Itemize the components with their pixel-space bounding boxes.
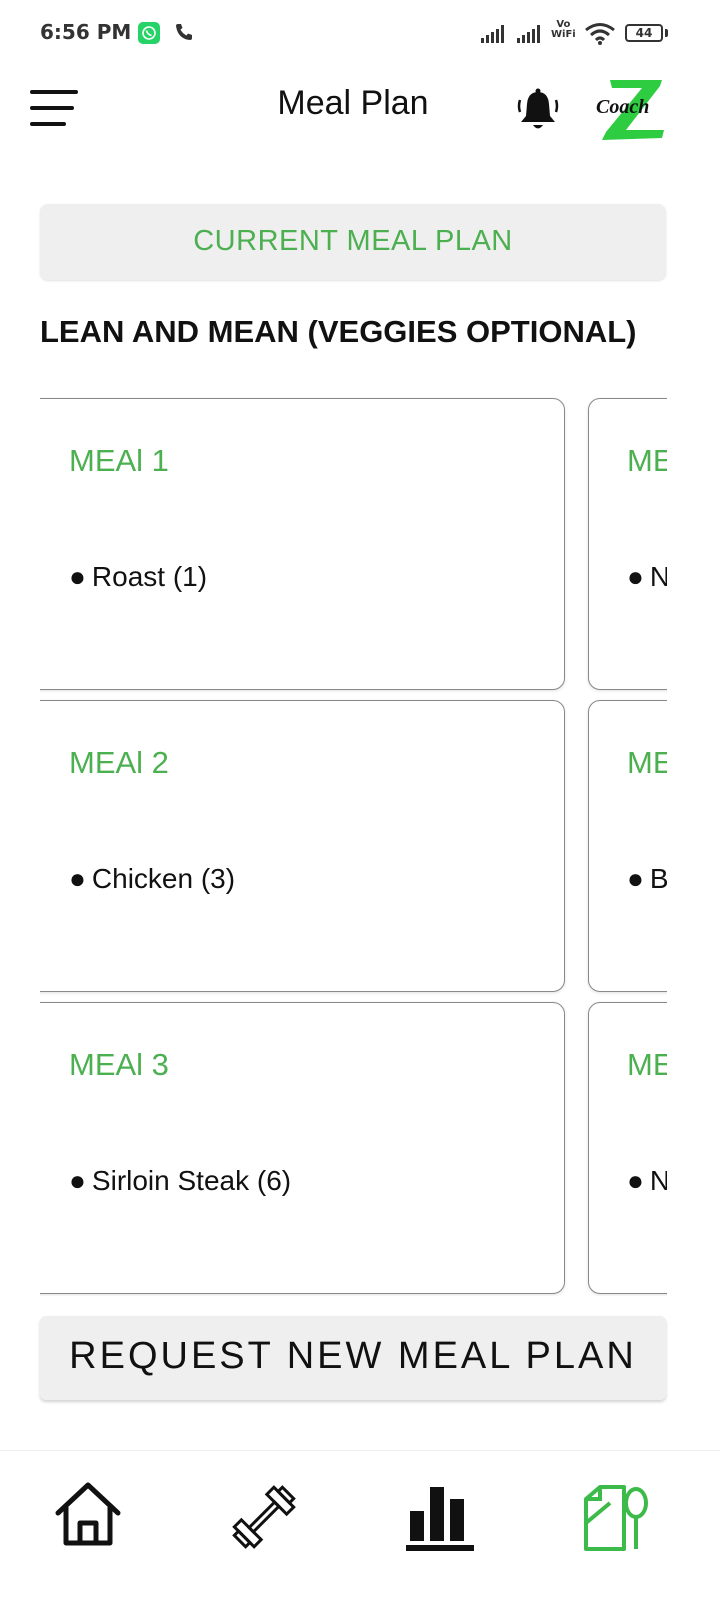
meal-item: ● N [627, 561, 667, 593]
bullet: ● [627, 561, 644, 592]
signal-icon [516, 24, 544, 48]
meal-item-label: B [649, 863, 667, 894]
workout-icon[interactable] [226, 1479, 306, 1559]
meal-card[interactable]: ME ● N [588, 398, 667, 690]
meal-item-label: Chicken (3) [91, 863, 236, 894]
plan-name: LEAN AND MEAN (VEGGIES OPTIONAL) [40, 314, 637, 349]
bullet: ● [627, 863, 644, 894]
logo-text: Coach [596, 96, 650, 118]
meal-plan-icon[interactable] [580, 1479, 660, 1559]
whatsapp-icon [138, 22, 160, 44]
app-header: Meal Plan Coach [0, 68, 720, 148]
meal-card[interactable]: ME ● B [588, 700, 667, 992]
battery-icon: 44 [625, 24, 663, 42]
home-icon[interactable] [52, 1479, 132, 1559]
meal-item: ● Chicken (3) [69, 863, 235, 895]
meal-title: ME [627, 1047, 667, 1082]
request-new-meal-plan-button[interactable]: REQUEST NEW MEAL PLAN [40, 1316, 666, 1400]
meal-item: ● B [627, 863, 667, 895]
bullet: ● [69, 1165, 86, 1196]
battery-tip [665, 29, 668, 37]
meal-card[interactable]: MEAl 2 ● Chicken (3) [40, 700, 565, 992]
logo: Coach [592, 74, 672, 146]
meal-card[interactable]: ME ● N [588, 1002, 667, 1294]
meal-item-label: N [649, 561, 667, 592]
status-bar: 6:56 PM Vo WiFi 44 [0, 0, 720, 68]
wifi-icon [584, 22, 616, 50]
meal-title: MEAl 1 [69, 443, 169, 478]
meal-item-label: Roast (1) [91, 561, 208, 592]
vowifi-indicator: Vo WiFi [551, 20, 576, 40]
meal-item-label: Sirloin Steak (6) [91, 1165, 292, 1196]
stats-icon[interactable] [402, 1479, 482, 1559]
bullet: ● [69, 863, 86, 894]
bell-icon[interactable] [512, 86, 564, 142]
meal-title: MEAl 2 [69, 745, 169, 780]
meal-cards-area: MEAl 1 ● Roast (1) ME ● N MEAl 2 ● Chicken … [40, 396, 667, 1296]
meal-item-label: N [649, 1165, 667, 1196]
bottom-nav [0, 1450, 720, 1601]
meal-card[interactable]: MEAl 3 ● Sirloin Steak (6) [40, 1002, 565, 1294]
vowifi-line2: WiFi [551, 29, 576, 40]
bullet: ● [69, 561, 86, 592]
signal-icon [480, 24, 508, 48]
meal-title: MEAl 3 [69, 1047, 169, 1082]
status-time: 6:56 PM [40, 20, 132, 44]
call-icon [174, 22, 194, 46]
meal-title: ME [627, 443, 667, 478]
bullet: ● [627, 1165, 644, 1196]
meal-card[interactable]: MEAl 1 ● Roast (1) [40, 398, 565, 690]
meal-item: ● Sirloin Steak (6) [69, 1165, 291, 1197]
current-meal-plan-button[interactable]: CURRENT MEAL PLAN [40, 204, 666, 280]
meal-title: ME [627, 745, 667, 780]
meal-item: ● N [627, 1165, 667, 1197]
meal-item: ● Roast (1) [69, 561, 207, 593]
